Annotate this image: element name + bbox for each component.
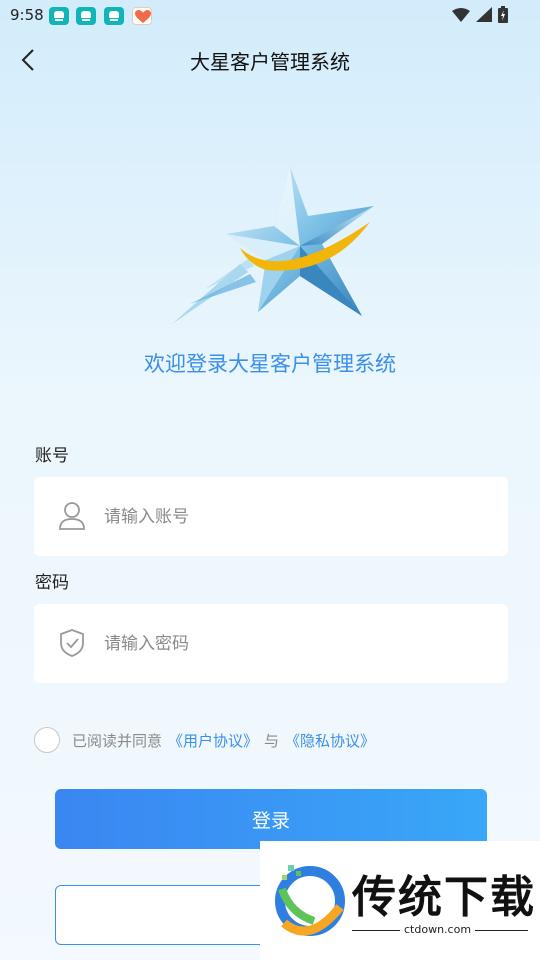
signal-icon: [476, 7, 492, 22]
shield-check-icon: [60, 629, 84, 657]
account-field[interactable]: [34, 477, 508, 556]
app-header: 大星客户管理系统: [0, 38, 540, 82]
battery-icon: [498, 6, 508, 23]
password-label: 密码: [35, 573, 69, 593]
system-icons: [452, 6, 508, 23]
wifi-icon: [452, 7, 470, 22]
privacy-agreement-link[interactable]: 《隐私协议》: [285, 730, 375, 751]
app-notification-icon: [104, 7, 124, 25]
app-notification-icon: [49, 7, 69, 25]
star-logo-icon: [172, 166, 374, 324]
account-input[interactable]: [104, 477, 484, 556]
status-bar: 9:58: [0, 0, 540, 32]
password-input[interactable]: [104, 604, 484, 683]
agreement-row: 已阅读并同意 《用户协议》 与 《隐私协议》: [34, 726, 381, 754]
login-button[interactable]: 登录: [55, 789, 487, 849]
agreement-checkbox[interactable]: [34, 727, 60, 753]
app-notification-icon: [76, 7, 96, 25]
page-title: 大星客户管理系统: [190, 50, 350, 74]
user-icon: [59, 502, 85, 530]
user-agreement-link[interactable]: 《用户协议》: [168, 730, 258, 751]
watermark: 传统下载 ctdown.com: [260, 841, 540, 960]
status-time: 9:58: [10, 6, 44, 24]
watermark-logo-icon: [275, 865, 345, 936]
heart-app-icon: [132, 7, 152, 25]
watermark-url: ctdown.com: [400, 923, 476, 936]
agreement-connector: 与: [264, 731, 280, 750]
account-label: 账号: [35, 446, 69, 466]
watermark-brand: 传统下载: [352, 872, 536, 923]
welcome-heading: 欢迎登录大星客户管理系统: [144, 352, 396, 376]
agreement-prefix: 已阅读并同意: [72, 731, 163, 750]
password-field[interactable]: [34, 604, 508, 683]
